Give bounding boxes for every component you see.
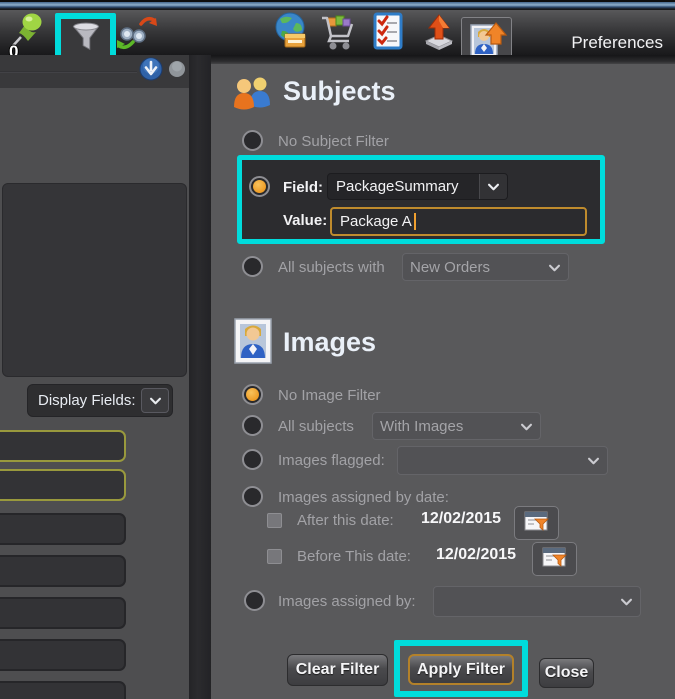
calendar-icon (540, 545, 570, 574)
filter-button[interactable] (61, 19, 110, 59)
pin-button[interactable]: 0 (4, 12, 52, 61)
collapse-panel-button[interactable] (139, 57, 163, 86)
apply-filter-button[interactable]: Apply Filter (408, 654, 514, 685)
subjects-title: Subjects (283, 76, 396, 106)
field-label: Field: (283, 179, 323, 196)
images-assigned-by-label: Images assigned by: (278, 593, 416, 610)
panel-divider (189, 55, 211, 699)
display-fields-label: Display Fields: (38, 392, 136, 409)
before-date-value[interactable]: 12/02/2015 (436, 546, 516, 564)
images-assigned-by-radio[interactable] (244, 590, 265, 611)
no-image-filter-radio[interactable] (242, 384, 263, 405)
match-binoculars-icon (115, 11, 159, 58)
web-button[interactable] (271, 11, 311, 55)
images-assigned-by-dropdown[interactable] (433, 586, 641, 617)
match-button[interactable] (113, 13, 161, 56)
all-subjects-with-radio[interactable] (242, 256, 263, 277)
shopping-cart-icon (318, 10, 356, 57)
images-title: Images (283, 327, 377, 357)
all-subjects-images-radio[interactable] (242, 415, 263, 436)
display-field-row[interactable] (0, 513, 126, 545)
clear-filter-label: Clear Filter (295, 661, 380, 678)
image-presence-dropdown[interactable]: With Images (372, 412, 541, 440)
display-fields-dropdown[interactable]: Display Fields: (27, 384, 173, 417)
close-button[interactable]: Close (539, 658, 594, 688)
images-by-date-radio[interactable] (242, 486, 263, 507)
calendar-icon (522, 509, 552, 538)
display-field-row[interactable] (0, 597, 126, 629)
export-icon (422, 11, 456, 56)
sidebar-seam (0, 71, 137, 73)
orders-button[interactable] (371, 11, 405, 55)
application-window: 0 Preferences Display Fields: Subjects N… (0, 0, 675, 699)
display-field-row[interactable] (0, 469, 126, 501)
field-list[interactable] (2, 183, 187, 377)
chevron-down-icon (141, 388, 169, 413)
preferences-label: Preferences (571, 32, 663, 52)
value-input-text: Package A (340, 213, 412, 230)
chevron-down-icon (548, 259, 561, 276)
no-image-filter-label: No Image Filter (278, 387, 381, 404)
value-label: Value: (283, 212, 328, 229)
subject-field-highlight-box: Field: PackageSummary Value: Package A (237, 155, 605, 244)
apply-filter-highlight-box: Apply Filter (394, 640, 528, 697)
images-by-date-label: Images assigned by date: (278, 489, 449, 506)
field-filter-radio[interactable] (249, 176, 270, 197)
subject-status-value: New Orders (410, 258, 491, 276)
subject-status-dropdown[interactable]: New Orders (402, 253, 569, 281)
export-button[interactable] (421, 11, 457, 55)
chevron-down-icon (587, 452, 600, 469)
image-presence-value: With Images (380, 417, 464, 435)
filter-panel-top-edge (211, 55, 675, 64)
after-date-checkbox[interactable] (267, 513, 282, 528)
chevron-down-icon (620, 593, 633, 610)
apply-filter-label: Apply Filter (416, 660, 505, 678)
display-field-row[interactable] (0, 639, 126, 671)
all-subjects-images-label: All subjects (278, 418, 354, 435)
after-date-calendar-button[interactable] (514, 506, 559, 540)
text-caret (413, 213, 416, 230)
images-flagged-dropdown[interactable] (397, 446, 608, 475)
before-date-checkbox[interactable] (267, 549, 282, 564)
web-globe-icon (272, 11, 310, 56)
after-date-label: After this date: (297, 512, 394, 529)
toolbar: 0 Preferences (0, 10, 675, 66)
before-date-calendar-button[interactable] (532, 542, 577, 576)
field-dropdown-value: PackageSummary (336, 178, 459, 195)
close-label: Close (544, 664, 589, 681)
display-field-row[interactable] (0, 430, 126, 462)
clear-filter-button[interactable]: Clear Filter (287, 654, 388, 686)
subjects-icon (232, 74, 274, 115)
cart-button[interactable] (317, 11, 357, 55)
before-date-label: Before This date: (297, 548, 411, 565)
no-subject-filter-label: No Subject Filter (278, 133, 389, 150)
display-field-row[interactable] (0, 681, 126, 699)
all-subjects-with-label: All subjects with (278, 259, 385, 276)
no-subject-filter-radio[interactable] (242, 130, 263, 151)
images-icon (232, 317, 274, 370)
status-dot-icon (168, 60, 186, 83)
field-dropdown[interactable]: PackageSummary (327, 173, 508, 200)
images-flagged-radio[interactable] (242, 449, 263, 470)
window-edge (0, 0, 675, 10)
chevron-down-icon (520, 418, 533, 435)
display-field-row[interactable] (0, 555, 126, 587)
chevron-down-icon (479, 174, 507, 199)
after-date-value[interactable]: 12/02/2015 (421, 510, 501, 528)
images-flagged-label: Images flagged: (278, 452, 385, 469)
value-input[interactable]: Package A (330, 207, 587, 236)
order-checklist-icon (372, 11, 404, 56)
